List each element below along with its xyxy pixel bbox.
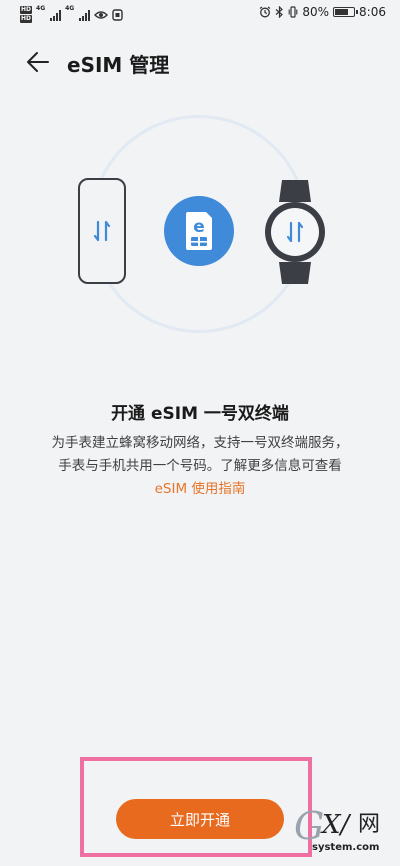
hd-badges: HD HD bbox=[20, 6, 33, 23]
description-line: 为手表建立蜂窝移动网络，支持一号双终端服务， bbox=[51, 435, 349, 451]
esim-heading: 开通 eSIM 一号双终端 bbox=[111, 404, 289, 424]
site-watermark: G X/ 网 system.com bbox=[294, 806, 394, 862]
esim-illustration: e bbox=[0, 110, 400, 340]
sim-card-icon: e bbox=[186, 212, 212, 250]
hd-badge: HD bbox=[20, 6, 33, 14]
signal-icon bbox=[79, 9, 91, 21]
eye-icon bbox=[94, 10, 109, 19]
transfer-arrows-icon bbox=[93, 220, 111, 242]
page-title: eSIM 管理 bbox=[67, 53, 170, 77]
smartwatch-icon bbox=[265, 180, 325, 284]
watermark-wang: 网 bbox=[358, 812, 381, 837]
vibrate-icon bbox=[289, 6, 298, 18]
notification-app-icon bbox=[112, 8, 123, 21]
sim-letter: e bbox=[193, 217, 205, 237]
network-type: 4G bbox=[36, 5, 46, 12]
network-type: 4G bbox=[65, 5, 75, 12]
back-button[interactable] bbox=[24, 47, 54, 77]
battery-icon bbox=[333, 7, 359, 17]
status-bar: HD HD 4G 4G 80% 8:06 bbox=[0, 0, 400, 30]
watermark-url: system.com bbox=[312, 842, 380, 853]
activate-button[interactable]: 立即开通 bbox=[116, 799, 284, 839]
esim-card-icon: e bbox=[164, 196, 234, 266]
signal-icon bbox=[50, 9, 62, 21]
watermark-g: G bbox=[294, 804, 325, 848]
status-right-icons: 80% 8:06 bbox=[259, 5, 386, 19]
hd-badge: HD bbox=[20, 15, 33, 23]
esim-guide-link[interactable]: eSIM 使用指南 bbox=[0, 478, 400, 501]
description-line: 手表与手机共用一个号码。了解更多信息可查看 bbox=[58, 458, 342, 474]
clock: 8:06 bbox=[359, 5, 386, 19]
arrow-left-icon bbox=[27, 52, 49, 72]
alarm-icon bbox=[260, 6, 271, 18]
battery-percent: 80% bbox=[302, 5, 330, 19]
watermark-xi: X/ bbox=[322, 810, 350, 840]
status-left-icons: HD HD 4G 4G bbox=[20, 6, 123, 23]
battery-fill bbox=[335, 9, 348, 15]
esim-description: 为手表建立蜂窝移动网络，支持一号双终端服务， 手表与手机共用一个号码。了解更多信… bbox=[0, 432, 400, 501]
phone-icon bbox=[78, 178, 126, 284]
bluetooth-icon bbox=[275, 6, 284, 18]
